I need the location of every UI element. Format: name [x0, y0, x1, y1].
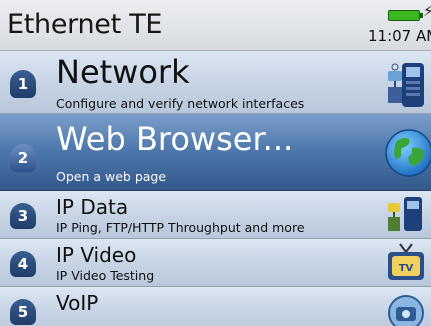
- menu-item-description: IP Video Testing: [56, 268, 155, 283]
- tv-icon: TV: [388, 243, 424, 280]
- menu-item-title: VoIP: [56, 291, 99, 315]
- menu-item-description: Open a web page: [56, 169, 167, 184]
- menu-item-description: IP Ping, FTP/HTTP Throughput and more: [56, 220, 305, 235]
- clock: 11:07 AM: [368, 27, 431, 45]
- svg-text:TV: TV: [399, 263, 414, 274]
- menu-item-ip-data[interactable]: 3 IP Data IP Ping, FTP/HTTP Throughput a…: [0, 191, 431, 239]
- globe-icon: [385, 129, 431, 177]
- menu-item-network[interactable]: 1 Network Configure and verify network i…: [0, 51, 431, 114]
- ip-data-icon: [388, 197, 422, 231]
- title-bar: Ethernet TE ⚡ 11:07 AM: [0, 0, 431, 51]
- menu-item-web-browser[interactable]: 2 Web Browser... Open a web page: [0, 114, 431, 191]
- item-number-badge: 5: [10, 299, 36, 325]
- main-menu: 1 Network Configure and verify network i…: [0, 51, 431, 326]
- menu-item-description: Configure and verify network interfaces: [56, 96, 305, 111]
- item-number-badge: 2: [10, 144, 36, 172]
- item-number-badge: 1: [10, 70, 36, 98]
- network-tester-icon: [388, 63, 424, 107]
- menu-item-voip[interactable]: 5 VoIP: [0, 287, 431, 326]
- item-number-badge: 4: [10, 251, 36, 277]
- menu-item-title: IP Video: [56, 243, 137, 267]
- menu-item-title: Network: [56, 53, 190, 91]
- menu-item-ip-video[interactable]: 4 IP Video IP Video Testing TV: [0, 239, 431, 287]
- menu-item-title: IP Data: [56, 195, 129, 219]
- app-title: Ethernet TE: [7, 9, 163, 40]
- phone-icon: [388, 295, 424, 326]
- battery-icon: [388, 10, 420, 21]
- menu-item-title: Web Browser...: [56, 120, 294, 158]
- lightning-icon: ⚡: [423, 2, 431, 20]
- item-number-badge: 3: [10, 203, 36, 229]
